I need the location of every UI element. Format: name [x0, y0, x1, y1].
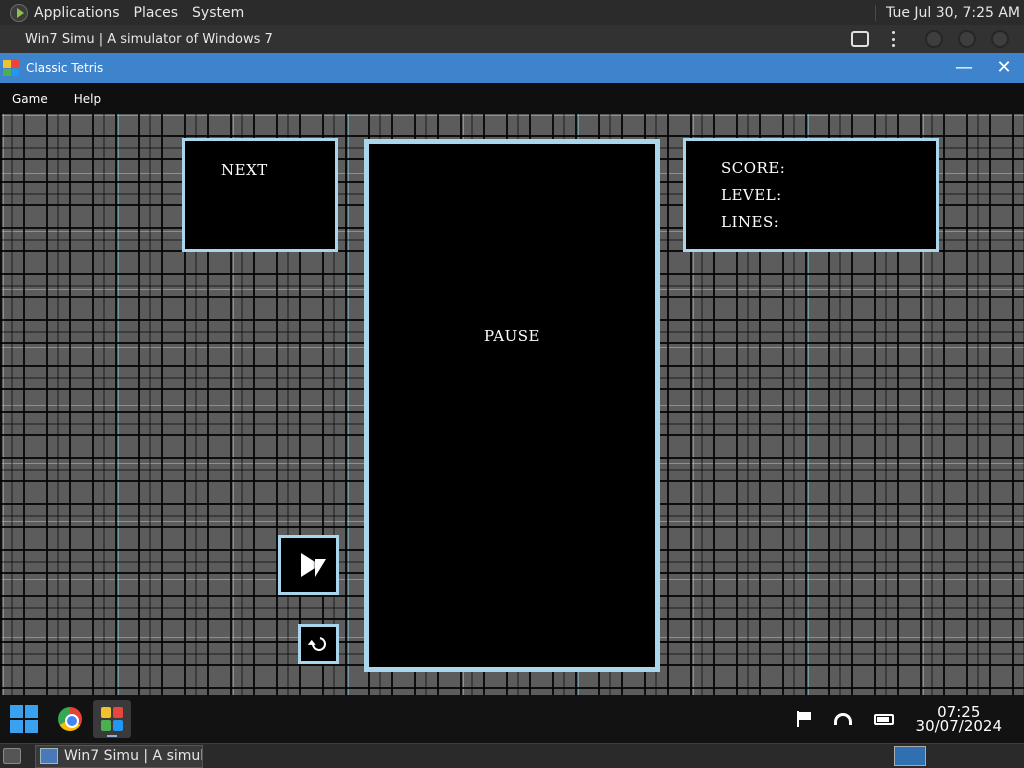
restart-icon [308, 634, 329, 654]
tetris-icon [101, 707, 123, 731]
game-area: NEXT PAUSE SCORE: LEVEL: LINES: [0, 114, 1024, 695]
lines-label: LINES: [721, 213, 780, 231]
restart-button[interactable] [298, 624, 339, 664]
score-label: SCORE: [721, 159, 786, 177]
app-header: Win7 Simu | A simulator of Windows 7 [0, 25, 1024, 53]
window-maximize-button[interactable] [958, 30, 976, 48]
wifi-icon[interactable] [833, 713, 852, 725]
kebab-menu-icon[interactable] [891, 31, 895, 47]
workspace-switcher-icon[interactable] [894, 746, 926, 766]
taskbar-chrome[interactable] [51, 700, 89, 738]
host-bottom-panel: Win7 Simu | A simula... [0, 743, 1024, 768]
host-task-label: Win7 Simu | A simula... [64, 748, 202, 764]
menu-game[interactable]: Game [12, 92, 48, 106]
play-button[interactable] [278, 535, 339, 595]
mouse-cursor-icon [315, 559, 326, 577]
host-task-button[interactable]: Win7 Simu | A simula... [35, 744, 203, 768]
window-icon [40, 748, 58, 764]
game-board[interactable]: PAUSE [364, 139, 660, 672]
menu-help[interactable]: Help [74, 92, 101, 106]
window-minimize-button[interactable] [925, 30, 943, 48]
menu-system[interactable]: System [192, 5, 244, 21]
window-close-button[interactable] [991, 30, 1009, 48]
chrome-icon [58, 707, 82, 731]
app-title: Win7 Simu | A simulator of Windows 7 [25, 31, 273, 47]
pause-label: PAUSE [484, 327, 540, 345]
distro-logo-icon[interactable] [10, 3, 28, 22]
menu-applications[interactable]: Applications [34, 5, 120, 21]
menu-places[interactable]: Places [134, 5, 179, 21]
window-titlebar[interactable]: Classic Tetris — ✕ [0, 53, 1024, 83]
close-button[interactable]: ✕ [984, 53, 1024, 83]
taskbar-date: 30/07/2024 [915, 717, 1002, 735]
next-piece-panel: NEXT [182, 138, 338, 252]
show-desktop-icon[interactable] [3, 748, 21, 764]
minimize-button[interactable]: — [944, 53, 984, 83]
next-label: NEXT [221, 161, 268, 179]
taskbar-tetris[interactable] [93, 700, 131, 738]
tetris-app-icon [3, 60, 19, 76]
taskbar-clock[interactable]: 07:25 30/07/2024 [915, 705, 1002, 735]
level-label: LEVEL: [721, 186, 782, 204]
battery-icon[interactable] [873, 713, 894, 725]
taskbar: 07:25 30/07/2024 [0, 695, 1024, 743]
score-panel: SCORE: LEVEL: LINES: [683, 138, 939, 252]
window-title: Classic Tetris [26, 61, 104, 75]
panel-clock[interactable]: Tue Jul 30, 7:25 AM [875, 4, 1020, 21]
top-panel: Applications Places System Tue Jul 30, 7… [0, 0, 1024, 25]
windows-start-icon[interactable] [10, 705, 38, 733]
action-center-flag-icon[interactable] [796, 711, 812, 727]
extension-icon[interactable] [851, 31, 869, 47]
window-menubar: Game Help [0, 83, 1024, 114]
